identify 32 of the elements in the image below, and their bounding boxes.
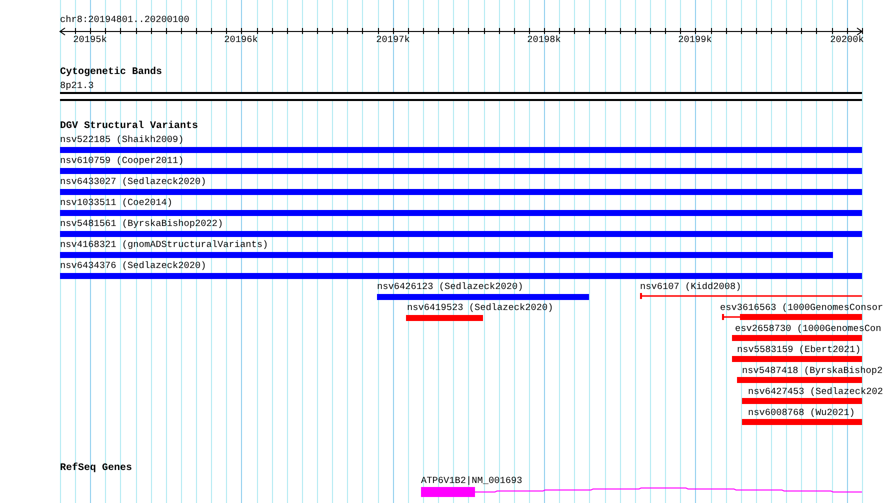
tick-label: 20197k xyxy=(376,34,410,45)
tick-label: 20195k xyxy=(73,34,107,45)
variant-label: nsv6434376 (Sedlazeck2020) xyxy=(60,260,206,271)
tick-label: 20199k xyxy=(678,34,712,45)
variant-label: nsv5481561 (ByrskaBishop2022) xyxy=(60,218,224,229)
gene-label: ATP6V1B2|NM_001693 xyxy=(421,475,522,486)
variant-bar[interactable] xyxy=(722,314,862,320)
variant-label: nsv5583159 (Ebert2021) xyxy=(737,344,861,355)
variant-line[interactable] xyxy=(640,293,862,299)
tick-label: 20196k xyxy=(224,34,258,45)
variant-label: nsv6433027 (Sedlazeck2020) xyxy=(60,176,206,187)
track-title: DGV Structural Variants xyxy=(60,121,198,133)
variant-label: nsv522185 (Shaikh2009) xyxy=(60,134,184,145)
tick-label: 20198k xyxy=(527,34,561,45)
gene-model-drawing[interactable] xyxy=(421,487,862,498)
variant-label: nsv6107 (Kidd2008) xyxy=(640,281,742,292)
variant-label: nsv6426123 (Sedlazeck2020) xyxy=(377,281,524,292)
variant-label: nsv610759 (Cooper2011) xyxy=(60,155,184,166)
variant-label: nsv5487418 (ByrskaBishop2 xyxy=(742,365,883,376)
track-title: Cytogenetic Bands xyxy=(60,67,162,79)
variant-label: esv3616563 (1000GenomesConsor xyxy=(720,302,884,313)
variant-label: nsv6419523 (Sedlazeck2020) xyxy=(407,302,554,313)
band-bar[interactable] xyxy=(60,92,862,101)
band-label: 8p21.3 xyxy=(60,80,94,91)
variant-label: nsv6427453 (Sedlazeck202 xyxy=(748,386,884,397)
location-label: chr8:20194801..20200100 xyxy=(60,14,190,25)
tick-label: 20200k xyxy=(830,34,864,45)
track-title: RefSeq Genes xyxy=(60,463,132,475)
variant-label: esv2658730 (1000GenomesCon xyxy=(735,323,882,334)
variant-label: nsv6008768 (Wu2021) xyxy=(748,407,855,418)
variant-label: nsv4168321 (gnomADStructuralVariants) xyxy=(60,239,268,250)
variant-label: nsv1033511 (Coe2014) xyxy=(60,197,173,208)
